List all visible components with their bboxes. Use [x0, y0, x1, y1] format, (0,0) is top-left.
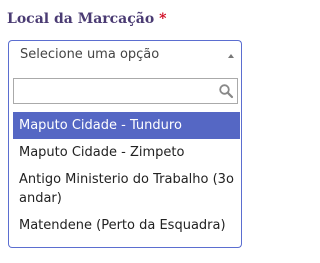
search-icon: [219, 84, 234, 99]
field-label-text: Local da Marcação: [7, 11, 155, 27]
search-input[interactable]: [14, 79, 212, 103]
select-current-value: Selecione uma opção: [20, 47, 160, 62]
field-label: Local da Marcação *: [7, 11, 166, 27]
select-option[interactable]: Matendene (Perto da Esquadra): [13, 212, 240, 239]
select-option[interactable]: Maputo Cidade - Tunduro: [13, 112, 240, 139]
required-marker: *: [159, 11, 167, 27]
search-field[interactable]: [13, 78, 238, 104]
location-select[interactable]: Selecione uma opção: [8, 40, 242, 70]
select-dropdown: Maputo Cidade - Tunduro Maputo Cidade - Z…: [8, 70, 242, 248]
select-option[interactable]: Antigo Ministerio do Trabalho (3o andar): [13, 166, 240, 212]
select-option[interactable]: Maputo Cidade - Zimpeto: [13, 139, 240, 166]
caret-up-icon: [228, 54, 234, 58]
options-list: Maputo Cidade - Tunduro Maputo Cidade - Z…: [13, 112, 240, 239]
